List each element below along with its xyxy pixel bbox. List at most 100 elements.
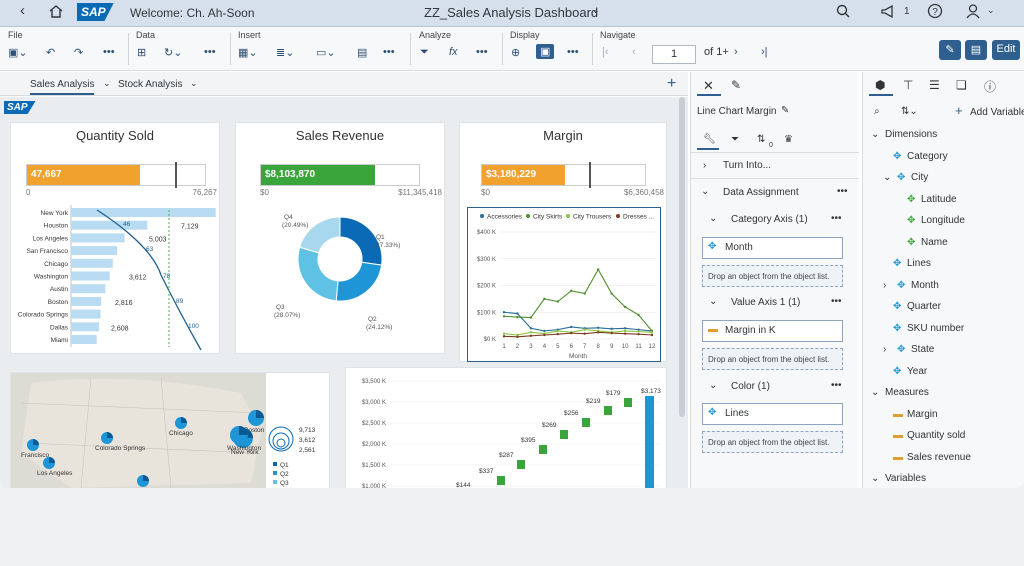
tree-item[interactable]: SKU number — [907, 323, 964, 334]
more-icon[interactable]: ••• — [567, 46, 579, 58]
city-bar[interactable] — [71, 246, 118, 256]
more-icon[interactable]: ••• — [837, 186, 848, 197]
data-point[interactable] — [583, 328, 586, 331]
edit-button[interactable]: Edit — [992, 40, 1020, 60]
info-icon[interactable]: ⓘ — [984, 78, 996, 95]
legend-item[interactable]: City Skirts — [533, 214, 563, 221]
chevron-down-icon[interactable]: ⌄ — [871, 473, 879, 484]
more-icon[interactable]: ••• — [204, 46, 216, 58]
data-point[interactable] — [637, 313, 640, 317]
sales-revenue-tile[interactable]: Sales Revenue $8,103,870 $0 $11,345,418 … — [235, 122, 445, 354]
legend-item[interactable]: Dresses ... — [623, 214, 654, 221]
data-point[interactable] — [529, 327, 533, 330]
next-page-icon[interactable]: › — [734, 46, 738, 58]
list-icon[interactable]: ☰ — [929, 78, 940, 92]
undo-icon[interactable]: ↶ — [46, 46, 55, 59]
last-page-icon[interactable]: ›| — [761, 46, 768, 58]
back-icon[interactable]: ‹ — [20, 2, 25, 19]
data-point[interactable] — [596, 326, 600, 329]
data-point[interactable] — [502, 335, 506, 338]
waterfall-bar[interactable] — [497, 476, 505, 485]
chevron-down-icon[interactable]: ⌄ — [709, 213, 717, 224]
quarter-donut-chart[interactable]: Q1(27.33%) Q2(24.12%) Q3(28.07%) Q4(20.49%) — [236, 211, 441, 351]
data-point[interactable] — [529, 334, 533, 337]
waterfall-chart[interactable]: $3,500 K $3,000 K $2,500 K $2,000 K $1,500 K… — [346, 368, 667, 488]
city-bar[interactable] — [71, 233, 125, 243]
data-point[interactable] — [623, 305, 627, 309]
data-point[interactable] — [543, 333, 546, 337]
margin-line-chart[interactable]: Accessories City Skirts City Trousers Dress… — [467, 207, 661, 362]
tab-menu-chevron-icon[interactable]: ⌄ — [190, 78, 198, 89]
chevron-down-icon[interactable]: ⌄ — [709, 296, 717, 307]
structure-icon[interactable]: ▣ — [536, 44, 555, 59]
tree-item[interactable]: Year — [907, 366, 927, 377]
search-icon[interactable] — [836, 4, 851, 22]
data-point[interactable] — [556, 300, 560, 303]
add-tab-icon[interactable]: + — [667, 75, 676, 93]
city-bar[interactable] — [71, 296, 102, 306]
legend-item[interactable]: Accessories — [487, 214, 523, 221]
data-point[interactable] — [623, 327, 627, 330]
waterfall-bar[interactable] — [582, 418, 590, 427]
sales-map[interactable]: Chicago BostonNew YorkWashingtonFrancisco… — [11, 373, 330, 488]
tree-item[interactable]: Category — [907, 151, 948, 162]
zoom-icon[interactable]: ⊕ — [511, 46, 520, 59]
chevron-down-icon[interactable]: ⌄ — [871, 129, 879, 140]
dashboard-title[interactable]: ZZ_Sales Analysis Dashboard — [424, 5, 598, 20]
data-point[interactable] — [570, 289, 573, 293]
insert-cell-icon[interactable]: ▤ — [357, 46, 367, 59]
tree-item[interactable]: Sales revenue — [907, 452, 971, 463]
waterfall-bar[interactable] — [539, 445, 547, 454]
chevron-down-icon[interactable]: ⌄ — [871, 387, 879, 398]
donut-slice[interactable] — [335, 261, 383, 302]
prev-page-icon[interactable]: ‹ — [632, 46, 636, 58]
more-icon[interactable]: ••• — [831, 296, 842, 307]
tab-sales-analysis[interactable]: Sales Analysis — [30, 79, 95, 95]
first-page-icon[interactable]: |‹ — [602, 46, 609, 58]
lines-chip[interactable]: Lines — [702, 403, 843, 425]
objects-icon[interactable]: ⬢ — [875, 78, 885, 92]
data-assignment[interactable]: Data Assignment — [723, 187, 799, 198]
data-point[interactable] — [610, 331, 613, 335]
user-icon[interactable] — [965, 3, 981, 23]
data-point[interactable] — [516, 335, 519, 339]
waterfall-bar[interactable] — [624, 398, 632, 407]
chevron-down-icon[interactable]: ⌄ — [592, 5, 600, 16]
city-bar[interactable] — [71, 284, 106, 294]
add-icon[interactable]: + — [955, 103, 963, 118]
data-point[interactable] — [570, 331, 573, 335]
designer-icon[interactable]: ✎ — [939, 40, 961, 60]
data-point[interactable] — [583, 292, 586, 295]
city-bar[interactable] — [71, 208, 216, 217]
data-point[interactable] — [637, 330, 640, 333]
quantity-sold-tile[interactable]: Quantity Sold 47,667 0 76,267 New York Ho… — [10, 122, 220, 354]
waterfall-tile[interactable]: $3,500 K $3,000 K $2,500 K $2,000 K $1,500 K… — [345, 367, 667, 488]
tools-icon[interactable]: ✕ — [703, 78, 714, 94]
data-point[interactable] — [623, 329, 627, 333]
tree-item[interactable]: Quarter — [907, 301, 941, 312]
data-point[interactable] — [570, 325, 573, 329]
data-source-icon[interactable]: ⊞ — [137, 46, 146, 59]
data-point[interactable] — [516, 312, 519, 315]
notification-icon[interactable] — [880, 4, 896, 22]
category-axis[interactable]: Category Axis (1) — [731, 214, 808, 225]
city-bar[interactable] — [71, 271, 110, 281]
data-point[interactable] — [596, 268, 600, 271]
formula-icon[interactable]: fx — [449, 46, 458, 58]
more-icon[interactable]: ••• — [831, 380, 842, 391]
chevron-down-icon[interactable]: ⌄ — [883, 172, 891, 183]
comment-icon[interactable]: ❏ — [956, 78, 967, 92]
data-point[interactable] — [650, 331, 654, 334]
user-menu-chevron-icon[interactable]: ⌄ — [987, 5, 995, 16]
data-point[interactable] — [596, 331, 600, 334]
data-point[interactable] — [583, 332, 586, 335]
rename-icon[interactable]: ✎ — [781, 105, 789, 116]
data-point[interactable] — [543, 329, 546, 333]
turn-into[interactable]: Turn Into... — [723, 160, 771, 171]
data-point[interactable] — [610, 292, 613, 295]
clipboard-icon[interactable]: ▤ — [965, 40, 987, 60]
more-icon[interactable]: ••• — [383, 46, 395, 58]
city-bar[interactable] — [71, 335, 97, 344]
tree-item[interactable]: Dimensions — [885, 129, 937, 140]
chevron-right-icon[interactable]: › — [703, 160, 706, 171]
